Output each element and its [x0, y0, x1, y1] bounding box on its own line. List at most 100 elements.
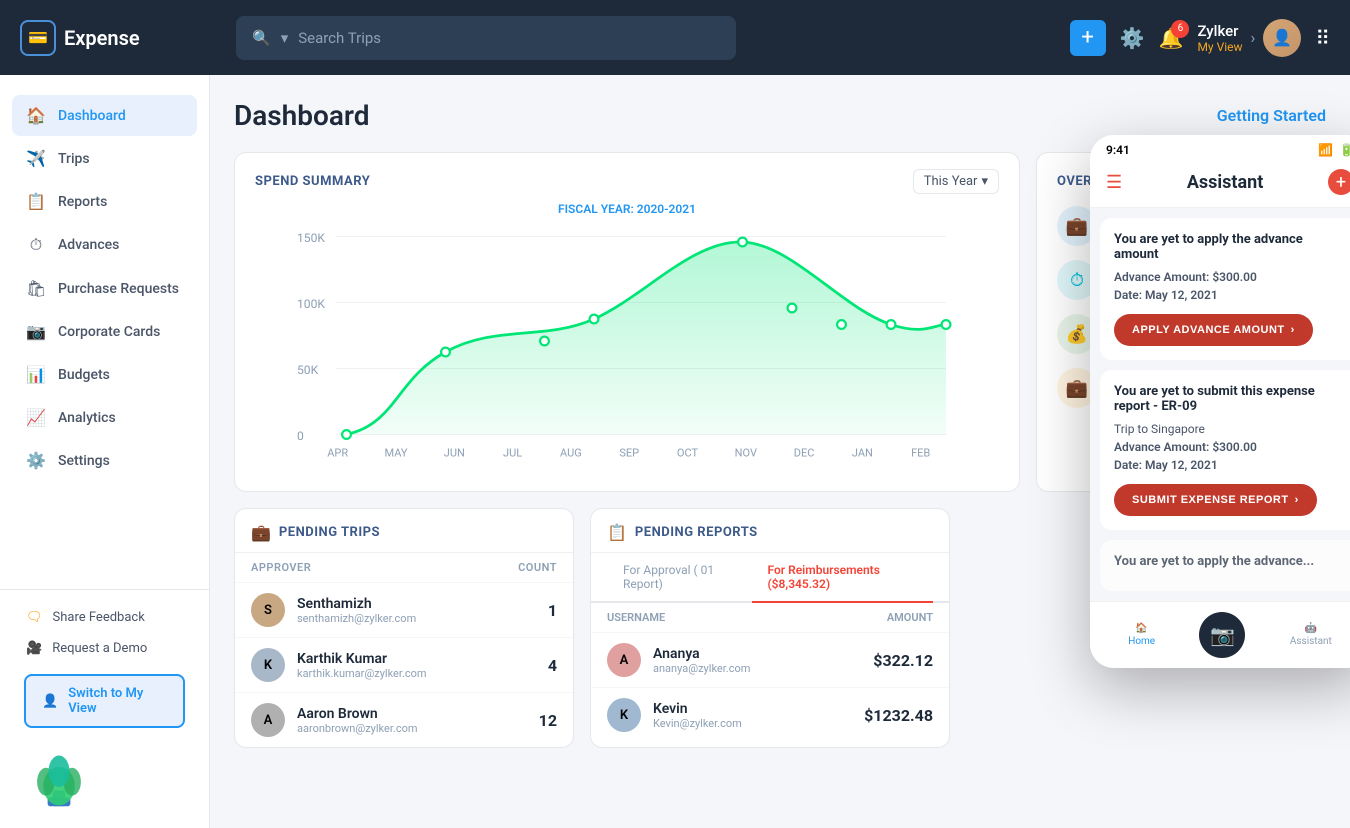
mobile-add-icon[interactable]: +	[1328, 169, 1350, 195]
page-title: Dashboard	[234, 99, 370, 132]
mobile-card2-title: You are yet to submit this expense repor…	[1114, 384, 1346, 414]
pending-reports-header: 📋 PENDING REPORTS	[591, 509, 949, 553]
wifi-icon: 📶	[1318, 143, 1333, 157]
sidebar-nav: 🏠 Dashboard ✈️ Trips 📋 Reports ⏱ Advance…	[0, 95, 209, 581]
camera-icon: 📷	[1210, 623, 1235, 647]
svg-text:FEB: FEB	[911, 447, 930, 460]
mobile-card1-title: You are yet to apply the advance amount	[1114, 232, 1346, 262]
share-feedback-link[interactable]: 🗨 Share Feedback	[12, 602, 197, 633]
karthik-count: 4	[548, 656, 557, 675]
mobile-card-advance: You are yet to apply the advance amount …	[1100, 218, 1350, 360]
sidebar-item-reports-label: Reports	[58, 194, 107, 210]
spend-summary-period[interactable]: This Year ▾	[913, 169, 999, 194]
footer-assistant[interactable]: 🤖 Assistant	[1290, 623, 1332, 647]
username-header: USERNAME	[607, 611, 665, 624]
spend-chart: 150K 100K 50K 0	[255, 220, 999, 484]
reports-icon: 📋	[26, 192, 46, 211]
dashboard-icon: 🏠	[26, 106, 46, 125]
sidebar-item-purchase-requests[interactable]: 🛍 Purchase Requests	[12, 268, 197, 309]
senthamizh-avatar: S	[251, 593, 285, 627]
mobile-footer: 🏠 Home 📷 🤖 Assistant	[1090, 601, 1350, 668]
pending-reports-title: PENDING REPORTS	[635, 525, 758, 540]
advance-value: $300.00	[1212, 270, 1257, 284]
grid-icon[interactable]: ⠿	[1315, 26, 1330, 50]
search-dropdown-icon[interactable]: ▾	[281, 29, 289, 47]
period-label: This Year	[924, 174, 978, 189]
chart-subtitle: FISCAL YEAR: 2020-2021	[235, 202, 1019, 216]
aaron-count: 12	[539, 711, 557, 730]
sidebar-item-settings[interactable]: ⚙️ Settings	[12, 440, 197, 481]
switch-view-icon: 👤	[42, 694, 58, 709]
camera-button[interactable]: 📷	[1199, 612, 1245, 658]
request-demo-link[interactable]: 🎥 Request a Demo	[12, 633, 197, 664]
search-icon: 🔍	[252, 29, 271, 47]
main-layout: 🏠 Dashboard ✈️ Trips 📋 Reports ⏱ Advance…	[0, 75, 1350, 828]
submit-expense-button[interactable]: SUBMIT EXPENSE REPORT ›	[1114, 484, 1317, 516]
svg-text:0: 0	[297, 429, 304, 443]
kevin-info: Kevin Kevin@zylker.com	[653, 701, 864, 730]
spend-summary-header: SPEND SUMMARY This Year ▾	[235, 153, 1019, 194]
apply-advance-button[interactable]: APPLY ADVANCE AMOUNT ›	[1114, 314, 1313, 346]
search-bar[interactable]: 🔍 ▾ Search Trips	[236, 16, 736, 60]
kevin-avatar: K	[607, 698, 641, 732]
mobile-card3-title: You are yet to apply the advance...	[1114, 554, 1346, 569]
app-name: Expense	[64, 26, 140, 50]
chevron-icon: ›	[1251, 28, 1256, 47]
sidebar-item-budgets[interactable]: 📊 Budgets	[12, 354, 197, 395]
mobile-card-expense: You are yet to submit this expense repor…	[1100, 370, 1350, 530]
switch-view-button[interactable]: 👤 Switch to My View	[24, 674, 185, 728]
sidebar-item-trips[interactable]: ✈️ Trips	[12, 138, 197, 179]
apply-advance-label: APPLY ADVANCE AMOUNT	[1132, 324, 1285, 336]
settings-icon[interactable]: ⚙️	[1120, 26, 1145, 50]
reports-table-header: USERNAME AMOUNT	[591, 603, 949, 632]
status-icons: 📶 🔋	[1318, 143, 1350, 157]
apply-advance-arrow: ›	[1291, 324, 1295, 336]
user-area[interactable]: Zylker My View › 👤	[1197, 19, 1301, 57]
karthik-avatar: K	[251, 648, 285, 682]
share-feedback-label: Share Feedback	[53, 610, 145, 625]
footer-home[interactable]: 🏠 Home	[1128, 623, 1155, 647]
svg-text:DEC: DEC	[794, 447, 815, 460]
sidebar-item-advances-label: Advances	[58, 237, 119, 253]
approver-header: APPROVER	[251, 561, 311, 574]
mobile-advance2-label: Advance Amount: $300.00	[1114, 440, 1346, 454]
pending-trips-table-header: APPROVER COUNT	[235, 553, 573, 582]
plant-icon	[24, 738, 94, 808]
sidebar-item-corporate-cards[interactable]: 📷 Corporate Cards	[12, 311, 197, 352]
mobile-menu-icon[interactable]: ☰	[1106, 172, 1122, 193]
kevin-email: Kevin@zylker.com	[653, 717, 864, 730]
tab-for-reimbursements[interactable]: For Reimbursements ($8,345.32)	[752, 553, 934, 603]
sidebar-item-reports[interactable]: 📋 Reports	[12, 181, 197, 222]
submit-arrow: ›	[1295, 494, 1299, 506]
count-header: COUNT	[518, 561, 557, 574]
karthik-info: Karthik Kumar karthik.kumar@zylker.com	[297, 651, 548, 680]
settings-nav-icon: ⚙️	[26, 451, 46, 470]
sidebar-item-advances[interactable]: ⏱ Advances	[12, 224, 197, 266]
amount-header: AMOUNT	[887, 611, 933, 624]
svg-text:50K: 50K	[297, 363, 319, 377]
senthamizh-info: Senthamizh senthamizh@zylker.com	[297, 596, 548, 625]
tab-for-approval[interactable]: For Approval ( 01 Report)	[607, 553, 752, 603]
assistant-footer-icon: 🤖	[1305, 623, 1317, 634]
sidebar-item-dashboard[interactable]: 🏠 Dashboard	[12, 95, 197, 136]
advance-label: Advance Amount:	[1114, 270, 1209, 284]
getting-started-link[interactable]: Getting Started	[1217, 106, 1326, 125]
spend-summary-card: SPEND SUMMARY This Year ▾ FISCAL YEAR: 2…	[234, 152, 1020, 492]
advances-icon: ⏱	[26, 235, 46, 255]
pending-reports-card: 📋 PENDING REPORTS For Approval ( 01 Repo…	[590, 508, 950, 748]
mobile-overlay: 9:41 📶 🔋 ☰ Assistant + You are yet to ap…	[1090, 135, 1350, 668]
ananya-amount: $322.12	[873, 651, 933, 670]
pending-trips-header: 💼 PENDING TRIPS	[235, 509, 573, 553]
user-name: Zylker	[1197, 22, 1242, 40]
logo-icon: 💳	[20, 20, 56, 56]
topbar-actions: + ⚙️ 🔔 6 Zylker My View › 👤 ⠿	[1070, 19, 1330, 57]
home-footer-label: Home	[1128, 636, 1155, 647]
add-button[interactable]: +	[1070, 20, 1106, 56]
svg-text:150K: 150K	[297, 231, 325, 245]
svg-text:JAN: JAN	[852, 447, 873, 460]
user-info: Zylker My View	[1197, 22, 1242, 54]
sidebar-item-analytics[interactable]: 📈 Analytics	[12, 397, 197, 438]
trips-icon: ✈️	[26, 149, 46, 168]
request-demo-icon: 🎥	[26, 641, 42, 656]
notification-icon[interactable]: 🔔 6	[1159, 26, 1184, 50]
